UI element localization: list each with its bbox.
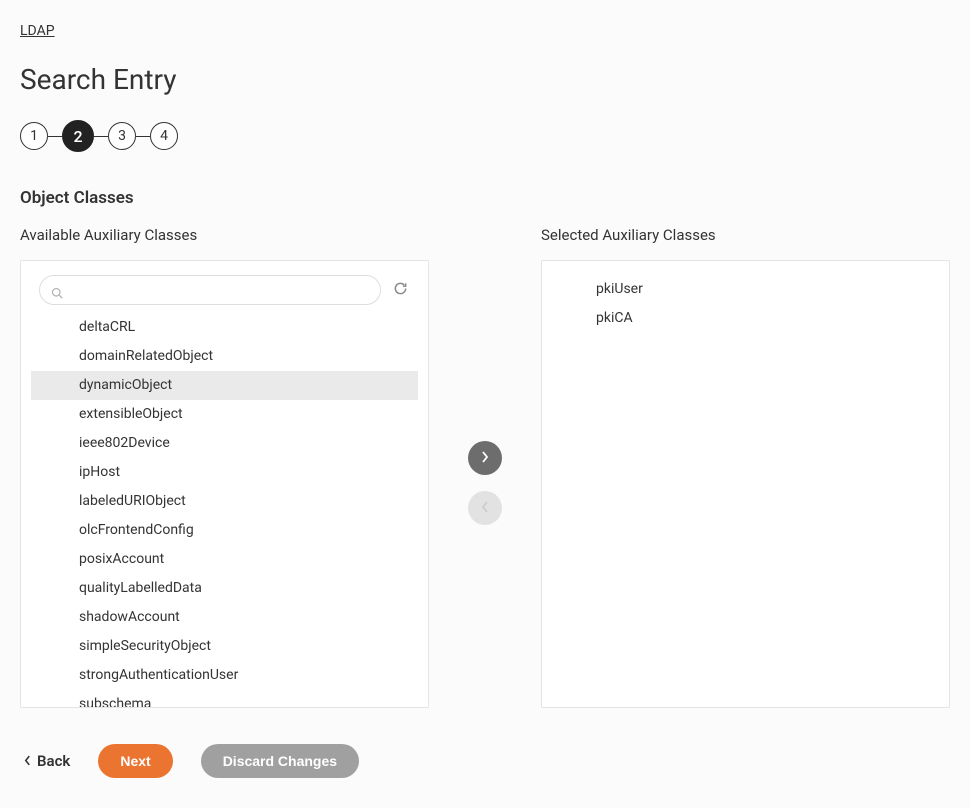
step-connector [136,136,150,137]
list-item[interactable]: labeledURIObject [31,487,418,516]
list-item[interactable]: ipHost [31,458,418,487]
remove-selected-button [468,491,502,525]
list-item[interactable]: simpleSecurityObject [31,632,418,661]
step-3[interactable]: 3 [108,122,136,150]
selected-classes-label: Selected Auxiliary Classes [541,226,950,244]
available-classes-label: Available Auxiliary Classes [20,226,429,244]
step-4[interactable]: 4 [150,122,178,150]
refresh-icon [393,281,408,299]
chevron-left-icon [481,501,489,516]
search-icon [51,284,63,296]
list-item[interactable]: pkiUser [552,275,939,304]
list-item[interactable]: ieee802Device [31,429,418,458]
list-item[interactable]: posixAccount [31,545,418,574]
step-1[interactable]: 1 [20,122,48,150]
transfer-controls [445,226,525,708]
footer-actions: Back Next Discard Changes [20,744,950,778]
list-item[interactable]: dynamicObject [31,371,418,400]
list-item[interactable]: extensibleObject [31,400,418,429]
step-connector [48,136,62,137]
add-selected-button[interactable] [468,441,502,475]
available-classes-list: deltaCRLdomainRelatedObjectdynamicObject… [31,313,418,708]
chevron-right-icon [481,451,489,466]
list-item[interactable]: pkiCA [552,304,939,333]
section-title-object-classes: Object Classes [20,188,950,208]
page-title: Search Entry [20,63,950,96]
available-classes-panel: deltaCRLdomainRelatedObjectdynamicObject… [20,260,429,708]
next-button[interactable]: Next [98,744,172,778]
refresh-button[interactable] [391,279,410,301]
available-search-input[interactable] [39,275,381,305]
selected-classes-panel: pkiUserpkiCA [541,260,950,708]
step-connector [94,136,108,137]
list-item[interactable]: shadowAccount [31,603,418,632]
list-item[interactable]: olcFrontendConfig [31,516,418,545]
back-label: Back [37,752,70,770]
dual-list-selector: Available Auxiliary Classes [20,226,950,708]
discard-changes-button[interactable]: Discard Changes [201,744,359,778]
list-item[interactable]: strongAuthenticationUser [31,661,418,690]
list-item[interactable]: qualityLabelledData [31,574,418,603]
list-item[interactable]: domainRelatedObject [31,342,418,371]
list-item[interactable]: subschema [31,690,418,708]
step-2[interactable]: 2 [62,120,94,152]
breadcrumb-link-ldap[interactable]: LDAP [20,23,55,39]
breadcrumb: LDAP [20,20,950,39]
list-item[interactable]: deltaCRL [31,313,418,342]
wizard-stepper: 1234 [20,120,950,152]
back-button[interactable]: Back [24,752,70,770]
chevron-left-icon [24,752,31,770]
selected-classes-list: pkiUserpkiCA [552,275,939,333]
